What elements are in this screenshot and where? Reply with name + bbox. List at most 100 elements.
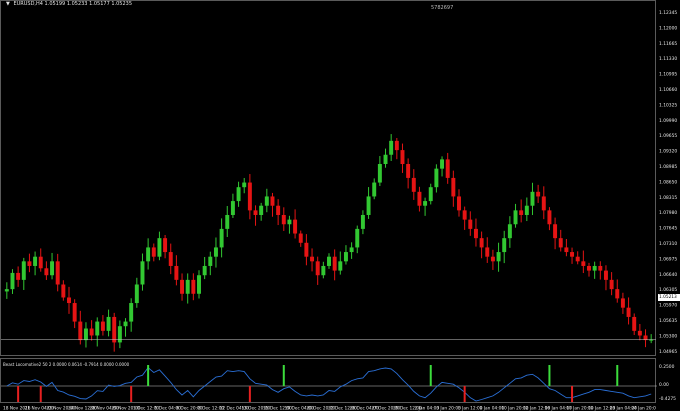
candle: [637, 324, 642, 341]
candle: [276, 199, 281, 226]
indicator-tick-label: -0.4275: [659, 396, 676, 402]
candle: [72, 299, 77, 329]
candle: [106, 309, 111, 337]
candle: [100, 315, 105, 336]
candle: [247, 174, 252, 220]
candle: [4, 282, 9, 299]
chart-window[interactable]: ▼ EURUSD,H4 1.05199 1.05233 1.05177 1.05…: [0, 0, 680, 411]
candle: [253, 205, 258, 226]
candle: [180, 273, 185, 301]
candle: [315, 256, 320, 285]
price-tick-label: 1.04965: [659, 349, 677, 355]
candle: [428, 183, 433, 205]
candle: [89, 320, 94, 341]
price-axis-labels: 1.12345 1.12000 1.11665 1.11330 1.10995 1.106…: [659, 10, 677, 402]
candle: [603, 265, 608, 291]
price-tick-label: 1.11665: [659, 41, 677, 47]
candle: [423, 197, 428, 216]
candle: [270, 192, 275, 217]
candle: [530, 182, 535, 216]
candle: [570, 247, 575, 264]
candle: [338, 251, 343, 275]
candle: [626, 297, 631, 325]
candle: [541, 186, 546, 220]
indicator-down-signal: [571, 386, 574, 402]
candle: [236, 181, 241, 207]
symbol-header: ▼ EURUSD,H4 1.05199 1.05233 1.05177 1.05…: [6, 1, 132, 7]
price-tick-label: 1.07310: [659, 241, 677, 247]
candle: [513, 203, 518, 228]
price-tick-label: 1.12345: [659, 10, 677, 16]
candle: [259, 202, 264, 221]
candle: [83, 322, 88, 348]
indicator-up-signal: [616, 365, 619, 386]
candle: [406, 158, 411, 189]
candle: [598, 261, 603, 280]
candle: [27, 253, 32, 273]
candle: [50, 252, 55, 280]
candle: [355, 225, 360, 254]
candle: [615, 279, 620, 303]
price-tick-label: 1.06305: [659, 287, 677, 293]
candle: [44, 261, 49, 280]
candle: [609, 272, 614, 296]
candle: [219, 218, 224, 258]
indicator-up-signal: [147, 365, 150, 386]
candle: [327, 253, 331, 269]
price-tick-label: 1.10995: [659, 72, 677, 78]
candle: [558, 229, 563, 252]
candle: [553, 217, 558, 250]
candle: [632, 313, 637, 335]
candle: [592, 261, 597, 279]
candle: [457, 189, 461, 217]
price-tick-label: 1.12000: [659, 25, 677, 31]
indicator-up-signal: [282, 365, 285, 386]
candle: [649, 334, 654, 344]
candle: [281, 207, 286, 231]
price-tick-label: 1.06975: [659, 256, 677, 262]
candle: [411, 169, 416, 200]
candle: [445, 152, 450, 184]
price-axis[interactable]: 1.12345 1.12000 1.11665 1.11330 1.10995 1.106…: [656, 0, 680, 411]
candle: [366, 187, 371, 219]
indicator-down-signal: [39, 386, 42, 402]
candle: [293, 209, 298, 239]
price-tick-label: 1.11330: [659, 56, 677, 62]
candle: [451, 170, 456, 207]
candle: [473, 218, 478, 247]
indicator-line: [6, 366, 652, 402]
indicator-down-signal: [463, 386, 466, 402]
candle: [213, 237, 218, 268]
indicator-down-signal: [248, 386, 251, 402]
price-tick-label: 1.08650: [659, 179, 677, 185]
candle: [55, 253, 60, 292]
candle: [490, 249, 495, 270]
candle: [587, 262, 591, 277]
candle: [462, 206, 467, 230]
price-tick-label: 1.05970: [659, 303, 677, 309]
candle: [38, 248, 43, 272]
candle: [123, 318, 128, 337]
candle: [16, 266, 21, 287]
price-chart-area[interactable]: [0, 0, 657, 356]
candle: [174, 255, 179, 286]
candle: [547, 207, 552, 231]
time-axis-labels: 18 Nov 201621 Nov 04:0022 Nov 20:0024 No…: [3, 406, 656, 411]
candle: [191, 273, 196, 301]
candle: [620, 292, 625, 314]
candle: [502, 230, 507, 264]
price-tick-label: 1.07645: [659, 226, 677, 232]
candle: [117, 320, 122, 349]
time-axis[interactable]: 18 Nov 2016 21 Nov 04:00 22 Nov 20:00 24 No…: [0, 403, 656, 411]
candle: [524, 197, 529, 222]
candle: [383, 148, 388, 168]
price-tick-label: 1.07980: [659, 210, 677, 216]
current-price-label: 1.05213: [658, 294, 680, 301]
candle: [208, 251, 213, 276]
candle: [310, 248, 315, 272]
chevron-down-icon[interactable]: ▼: [6, 1, 10, 7]
indicator-up-signal: [548, 365, 551, 386]
price-tick-label: 1.10660: [659, 87, 677, 93]
price-tick-label: 1.09990: [659, 118, 677, 124]
candle: [151, 243, 156, 262]
